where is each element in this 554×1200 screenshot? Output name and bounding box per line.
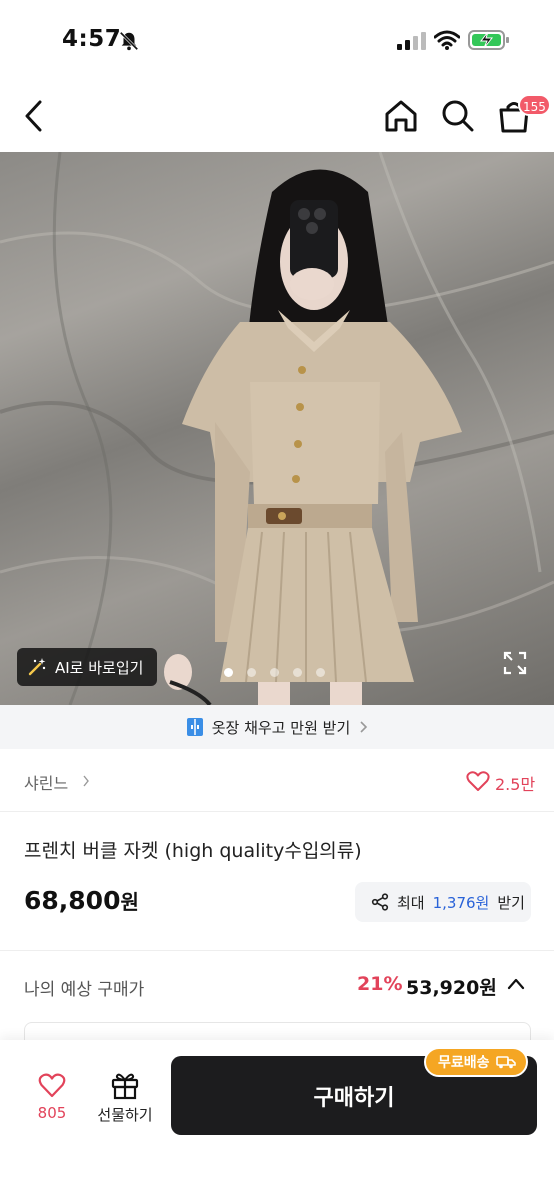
promo-text: 옷장 채우고 만원 받기 <box>211 718 351 737</box>
brand-row: 샤린느 2.5만 <box>0 750 554 812</box>
gift-icon <box>111 1073 139 1100</box>
heart-outline-icon <box>38 1073 66 1098</box>
ai-try-on-button[interactable]: AI로 바로입기 <box>17 648 158 686</box>
expected-price-value: 53,920원 <box>406 977 497 999</box>
carousel-indicator <box>224 668 325 677</box>
gift-label: 선물하기 <box>97 1106 153 1124</box>
magic-wand-icon <box>28 658 46 676</box>
top-navigation: 155 <box>0 80 554 152</box>
brand-name-link[interactable]: 샤린느 <box>24 770 68 794</box>
cellular-signal-icon <box>397 32 426 50</box>
price-unit: 원 <box>120 890 139 914</box>
reward-suffix: 받기 <box>497 893 525 912</box>
carousel-dot[interactable] <box>316 668 325 677</box>
reward-prefix: 최대 <box>397 893 425 912</box>
back-arrow-icon[interactable] <box>18 98 50 134</box>
carousel-dot-active[interactable] <box>224 668 233 677</box>
carousel-dot[interactable] <box>270 668 279 677</box>
free-shipping-badge: 무료배송 <box>424 1047 528 1077</box>
wardrobe-icon <box>186 718 203 736</box>
reward-amount: 1,376원 <box>432 893 490 912</box>
expected-price-label: 나의 예상 구매가 <box>24 980 145 1000</box>
chevron-up-icon[interactable] <box>506 976 526 992</box>
chevron-right-icon <box>360 721 368 733</box>
price-value: 68,800 <box>24 886 121 915</box>
brand-like-count: 2.5만 <box>495 775 536 794</box>
status-time: 4:57 <box>62 26 122 52</box>
home-icon[interactable] <box>382 98 420 134</box>
share-reward-button[interactable]: 최대 1,376원 받기 <box>355 882 531 922</box>
ai-try-on-label: AI로 바로입기 <box>55 658 144 677</box>
search-icon[interactable] <box>440 98 476 134</box>
chevron-right-icon[interactable] <box>82 775 90 787</box>
wishlist-count: 805 <box>37 1104 67 1122</box>
free-shipping-label: 무료배송 <box>438 1055 490 1071</box>
product-photo <box>0 152 554 705</box>
section-divider <box>0 950 554 951</box>
truck-icon <box>495 1056 516 1069</box>
carousel-dot[interactable] <box>247 668 256 677</box>
expand-fullscreen-icon[interactable] <box>502 650 528 676</box>
gift-button[interactable]: 선물하기 <box>92 1070 158 1125</box>
bottom-action-bar: 805 선물하기 구매하기 무료배송 <box>0 1040 554 1200</box>
cart-count-badge: 155 <box>518 94 551 116</box>
heart-outline-icon[interactable] <box>466 770 490 792</box>
product-price: 68,800원 <box>24 886 139 915</box>
bell-muted-icon <box>119 31 139 51</box>
wishlist-button[interactable]: 805 <box>30 1072 74 1122</box>
share-icon <box>371 893 389 911</box>
battery-charging-icon <box>468 30 509 50</box>
product-image-carousel[interactable]: AI로 바로입기 <box>0 152 554 705</box>
discount-rate: 21% <box>357 973 403 995</box>
wifi-icon <box>434 30 460 50</box>
closet-promo-banner[interactable]: 옷장 채우고 만원 받기 <box>0 705 554 749</box>
status-bar: 4:57 <box>0 0 554 80</box>
product-title: 프렌치 버클 자켓 (high quality수입의류) <box>24 840 362 862</box>
carousel-dot[interactable] <box>293 668 302 677</box>
